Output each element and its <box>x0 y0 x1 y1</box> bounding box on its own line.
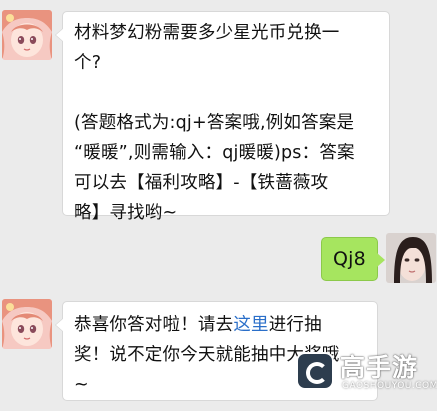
message-text: (答题格式为:qj+答案哦,例如答案是 <box>74 113 355 133</box>
anime-girl-avatar-icon <box>2 299 52 349</box>
message-text: “暖暖”,则需输入：qj暖暖)ps：答案 <box>74 143 355 163</box>
bot-avatar[interactable] <box>2 10 52 60</box>
message-bubble-outgoing: Qj8 <box>321 237 385 281</box>
user-photo-icon <box>386 233 436 283</box>
message-text: 可以去【福利攻略】-【铁蔷薇攻 <box>74 173 329 193</box>
message-text-segment: 进行抽 <box>268 315 322 335</box>
user-avatar[interactable] <box>386 233 436 283</box>
lottery-link[interactable]: 这里 <box>233 315 268 335</box>
message-text: 略】寻找哟~ <box>74 203 178 223</box>
gaoshouyou-logo-icon <box>296 352 334 390</box>
bot-avatar[interactable] <box>2 299 52 349</box>
message-bubble-incoming: 材料梦幻粉需要多少星光币兑换一 个? (答题格式为:qj+答案哦,例如答案是 “… <box>55 11 390 223</box>
chat-window: 材料梦幻粉需要多少星光币兑换一 个? (答题格式为:qj+答案哦,例如答案是 “… <box>0 0 437 411</box>
message-text: Qj8 <box>333 248 366 270</box>
watermark: 高手游 GAOSHOUYOU.COM <box>296 348 437 396</box>
message-text-segment: 恭喜你答对啦！请去 <box>74 315 234 335</box>
message-text <box>74 78 389 108</box>
watermark-title: 高手游 <box>340 353 419 382</box>
message-text: 材料梦幻粉需要多少星光币兑换一 <box>74 23 340 43</box>
watermark-subtitle: GAOSHOUYOU.COM <box>342 381 437 391</box>
anime-girl-avatar-icon <box>2 10 52 60</box>
message-text: 个? <box>74 53 102 73</box>
message-text: 恭喜你答对啦！请去这里进行抽 <box>74 310 377 340</box>
